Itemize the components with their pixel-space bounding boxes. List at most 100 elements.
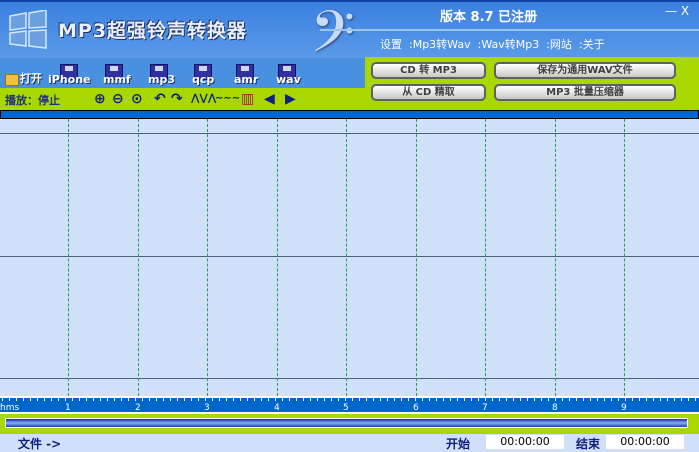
ruler-tick	[436, 398, 437, 401]
ruler-tick	[226, 398, 227, 401]
fade-out-icon[interactable]: ▶	[285, 91, 296, 107]
grid-line	[0, 256, 699, 257]
ruler-tick	[2, 398, 3, 401]
ruler-label: 5	[343, 403, 349, 413]
ruler-tick	[450, 398, 451, 401]
end-label: 结束	[576, 437, 601, 451]
redo-icon[interactable]: ↷	[171, 91, 183, 107]
open-button[interactable]: 打开	[5, 64, 45, 86]
mmf-button[interactable]: mmf	[103, 64, 137, 86]
ruler-tick	[352, 398, 353, 401]
ruler-tick	[205, 398, 206, 401]
ruler-tick	[16, 398, 17, 401]
ruler-tick	[625, 398, 626, 401]
ruler-tick	[338, 398, 339, 401]
ruler-tick	[373, 398, 374, 401]
end-time-field[interactable]: 00:00:00	[606, 435, 684, 449]
ruler-tick	[100, 398, 101, 401]
ruler-tick	[114, 398, 115, 401]
menu-website[interactable]: :网站	[546, 36, 572, 52]
start-time-field[interactable]: 00:00:00	[486, 435, 564, 449]
ruler-tick	[499, 398, 500, 401]
qcp-button[interactable]: qcp	[192, 64, 226, 86]
ruler-tick	[359, 398, 360, 401]
ruler-label: 9	[621, 403, 627, 413]
ruler-tick	[471, 398, 472, 401]
zoom-out-icon[interactable]: ⊖	[112, 91, 124, 107]
menu-mp3-to-wav[interactable]: :Mp3转Wav	[409, 36, 471, 52]
ruler-tick	[303, 398, 304, 401]
ruler-tick	[576, 398, 577, 401]
grid-line-vertical	[485, 119, 486, 396]
menu-wav-to-mp3[interactable]: :Wav转Mp3	[478, 36, 540, 52]
wav-button[interactable]: wav	[276, 64, 310, 86]
window-controls: — X	[665, 4, 689, 18]
ruler-tick	[457, 398, 458, 401]
ruler-tick	[345, 398, 346, 401]
time-ruler: hms 1 2 3 4 5 6 7 8 9	[0, 396, 699, 414]
minimize-button[interactable]: —	[665, 4, 677, 18]
ruler-tick	[527, 398, 528, 401]
app-title: MP3超强铃声转换器	[58, 20, 248, 42]
ruler-tick	[422, 398, 423, 401]
ruler-tick	[555, 398, 556, 401]
iphone-button[interactable]: iPhone	[48, 64, 91, 86]
menu-about[interactable]: :关于	[579, 36, 605, 52]
grid-line-vertical	[277, 119, 278, 396]
ruler-tick	[79, 398, 80, 401]
grid-line-vertical	[555, 119, 556, 396]
grid-line-vertical	[624, 119, 625, 396]
ruler-tick	[688, 398, 689, 401]
amr-button[interactable]: amr	[234, 64, 268, 86]
ruler-tick	[674, 398, 675, 401]
menu-settings[interactable]: 设置	[380, 36, 402, 52]
silence-icon[interactable]: ∼∼∼	[215, 91, 240, 107]
mp3-button[interactable]: mp3	[148, 64, 182, 86]
ruler-tick	[548, 398, 549, 401]
ruler-tick	[107, 398, 108, 401]
ruler-tick	[387, 398, 388, 401]
grid-line-vertical	[416, 119, 417, 396]
fade-in-icon[interactable]: ◀	[264, 91, 275, 107]
cd-to-mp3-button[interactable]: CD 转 MP3	[371, 62, 486, 79]
ruler-label: 7	[482, 403, 488, 413]
ruler-tick	[219, 398, 220, 401]
ruler-label: 8	[552, 403, 558, 413]
overview-bar[interactable]	[0, 110, 699, 119]
ruler-tick	[9, 398, 10, 401]
ruler-tick	[156, 398, 157, 401]
ruler-tick	[485, 398, 486, 401]
ruler-tick	[429, 398, 430, 401]
normalize-icon[interactable]: ▥	[241, 91, 254, 107]
zoom-fit-icon[interactable]: ⊙	[131, 91, 143, 107]
zoom-in-icon[interactable]: ⊕	[94, 91, 106, 107]
ruler-tick	[296, 398, 297, 401]
waveform-area[interactable]	[0, 119, 699, 396]
position-slider[interactable]	[5, 418, 688, 428]
ruler-tick	[289, 398, 290, 401]
status-bar: 文件 -> 开始 结束	[0, 434, 699, 451]
ruler-tick	[72, 398, 73, 401]
close-button[interactable]: X	[681, 4, 689, 18]
ruler-tick	[681, 398, 682, 401]
save-wav-button[interactable]: 保存为通用WAV文件	[494, 62, 676, 79]
ruler-tick	[331, 398, 332, 401]
ruler-tick	[240, 398, 241, 401]
mp3-batch-compressor-button[interactable]: MP3 批量压缩器	[494, 84, 676, 101]
ruler-tick	[142, 398, 143, 401]
ruler-label: 1	[65, 403, 71, 413]
ruler-tick	[177, 398, 178, 401]
waveform-icon[interactable]: ⋀⋁⋀	[191, 91, 216, 107]
ruler-tick	[520, 398, 521, 401]
ruler-tick	[667, 398, 668, 401]
ruler-tick	[366, 398, 367, 401]
ruler-tick	[443, 398, 444, 401]
grid-line-vertical	[138, 119, 139, 396]
undo-icon[interactable]: ↶	[154, 91, 166, 107]
ruler-tick	[618, 398, 619, 401]
rip-cd-button[interactable]: 从 CD 精取	[371, 84, 486, 101]
folder-icon	[5, 74, 19, 86]
ruler-label: 3	[204, 403, 210, 413]
ruler-tick	[275, 398, 276, 401]
ruler-tick	[128, 398, 129, 401]
